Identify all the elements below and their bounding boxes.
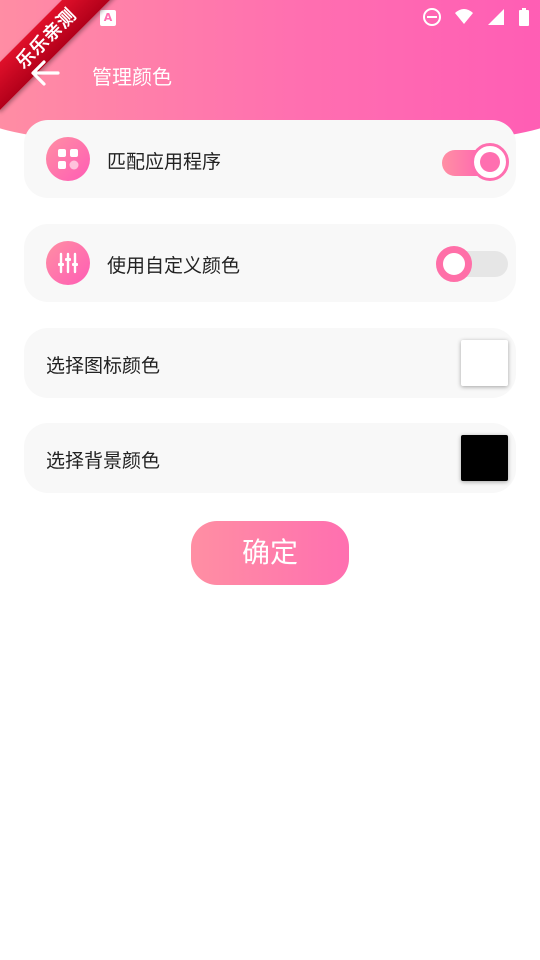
icon-color-label: 选择图标颜色 bbox=[46, 355, 161, 377]
custom-color-label: 使用自定义颜色 bbox=[107, 255, 241, 277]
match-app-label: 匹配应用程序 bbox=[107, 151, 222, 173]
page-title: 管理颜色 bbox=[92, 65, 172, 89]
signal-icon bbox=[488, 9, 504, 25]
icon-color-row[interactable]: 选择图标颜色 bbox=[24, 328, 516, 398]
icon-color-swatch[interactable] bbox=[461, 340, 508, 386]
wifi-icon bbox=[455, 9, 473, 24]
confirm-button[interactable]: 确定 bbox=[191, 521, 349, 585]
apps-grid-icon bbox=[46, 137, 90, 181]
battery-icon bbox=[519, 8, 529, 26]
do-not-disturb-icon bbox=[423, 8, 441, 26]
toggle-thumb bbox=[436, 246, 472, 282]
custom-color-row: 使用自定义颜色 bbox=[24, 224, 516, 302]
match-app-toggle[interactable] bbox=[440, 139, 510, 181]
background-color-row[interactable]: 选择背景颜色 bbox=[24, 423, 516, 493]
notification-a-icon: A bbox=[100, 10, 116, 26]
custom-color-toggle[interactable] bbox=[436, 244, 508, 284]
match-app-row: 匹配应用程序 bbox=[24, 120, 516, 198]
background-color-label: 选择背景颜色 bbox=[46, 450, 161, 472]
background-color-swatch[interactable] bbox=[461, 435, 508, 481]
app-bar: 管理颜色 bbox=[0, 48, 540, 100]
toggle-thumb bbox=[471, 143, 509, 181]
arrow-left-icon[interactable] bbox=[28, 58, 62, 88]
sliders-icon bbox=[46, 241, 90, 285]
status-icons bbox=[422, 7, 530, 27]
